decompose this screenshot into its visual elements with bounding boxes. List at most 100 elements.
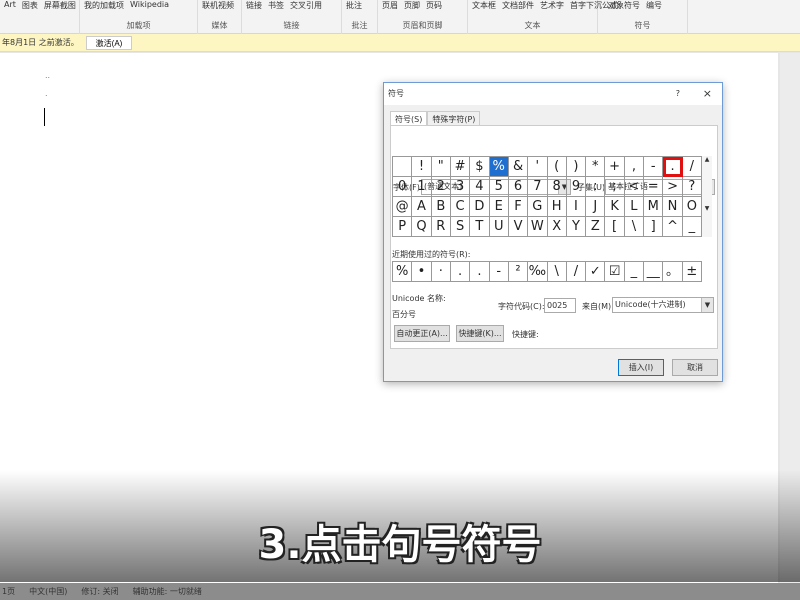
ribbon-button[interactable]: Wikipedia (130, 0, 169, 11)
symbol-cell[interactable]: M (644, 197, 663, 217)
symbol-cell[interactable]: B (432, 197, 451, 217)
ribbon-button[interactable]: 链接 (246, 0, 262, 11)
ribbon-button[interactable]: 文档部件 (502, 0, 534, 11)
ribbon-button[interactable]: 图表 (22, 0, 38, 11)
symbol-cell[interactable]: ^ (663, 217, 682, 237)
recent-symbol-cell[interactable]: _ (625, 262, 644, 282)
help-button[interactable]: ? (676, 83, 680, 105)
recent-symbol-cell[interactable]: · (432, 262, 451, 282)
recent-symbol-cell[interactable]: % (393, 262, 412, 282)
symbol-cell[interactable]: U (490, 217, 509, 237)
ribbon-button[interactable]: Art (4, 0, 16, 11)
recent-symbol-cell[interactable]: 。 (663, 262, 682, 282)
ribbon-button[interactable]: 书签 (268, 0, 284, 11)
symbol-cell[interactable]: Q (412, 217, 431, 237)
recent-symbol-cell[interactable]: \ (548, 262, 567, 282)
symbol-cell[interactable] (393, 157, 412, 177)
symbol-cell[interactable]: K (605, 197, 624, 217)
symbol-cell[interactable]: _ (683, 217, 702, 237)
symbol-cell[interactable]: ; (605, 177, 624, 197)
symbol-cell[interactable]: O (683, 197, 702, 217)
symbol-cell[interactable]: V (509, 217, 528, 237)
autocorrect-button[interactable]: 自动更正(A)... (394, 325, 450, 342)
ribbon-button[interactable]: 页码 (426, 0, 442, 11)
symbol-cell[interactable]: & (509, 157, 528, 177)
symbol-cell[interactable]: : (586, 177, 605, 197)
ribbon-button[interactable]: 符号 (624, 0, 640, 11)
recent-symbol-cell[interactable]: ‰ (528, 262, 547, 282)
char-code-input[interactable]: 0025 (544, 298, 576, 313)
symbol-cell[interactable]: [ (605, 217, 624, 237)
symbol-cell[interactable]: 3 (451, 177, 470, 197)
close-icon[interactable]: × (703, 83, 712, 105)
recent-symbol-cell[interactable]: . (470, 262, 489, 282)
recent-symbol-cell[interactable]: ✓ (586, 262, 605, 282)
symbol-cell[interactable]: P (393, 217, 412, 237)
recent-symbol-cell[interactable]: - (490, 262, 509, 282)
symbol-cell[interactable]: L (625, 197, 644, 217)
insert-button[interactable]: 插入(I) (618, 359, 664, 376)
symbol-cell[interactable]: 7 (528, 177, 547, 197)
symbol-cell[interactable]: * (586, 157, 605, 177)
symbol-cell[interactable]: Z (586, 217, 605, 237)
symbol-cell[interactable]: T (470, 217, 489, 237)
symbol-cell[interactable]: 5 (490, 177, 509, 197)
cancel-button[interactable]: 取消 (672, 359, 718, 376)
ribbon-button[interactable]: 艺术字 (540, 0, 564, 11)
recent-symbol-cell[interactable]: . (451, 262, 470, 282)
ribbon-button[interactable]: 文本框 (472, 0, 496, 11)
recent-symbol-cell[interactable]: __ (644, 262, 663, 282)
symbol-cell[interactable]: 9 (567, 177, 586, 197)
symbol-cell[interactable]: 1 (412, 177, 431, 197)
symbol-cell[interactable]: I (567, 197, 586, 217)
from-select[interactable]: Unicode(十六进制)▼ (612, 297, 714, 313)
symbol-cell[interactable]: # (451, 157, 470, 177)
symbol-cell[interactable]: F (509, 197, 528, 217)
symbol-cell[interactable]: $ (470, 157, 489, 177)
symbol-cell[interactable]: 8 (548, 177, 567, 197)
symbol-cell[interactable]: , (625, 157, 644, 177)
symbol-cell[interactable]: - (644, 157, 663, 177)
symbol-cell[interactable]: = (644, 177, 663, 197)
symbol-cell[interactable]: ] (644, 217, 663, 237)
ribbon-button[interactable]: 交叉引用 (290, 0, 322, 11)
symbol-cell[interactable]: \ (625, 217, 644, 237)
symbol-cell[interactable]: % (490, 157, 509, 177)
recent-symbol-cell[interactable]: / (567, 262, 586, 282)
symbol-cell[interactable]: ! (412, 157, 431, 177)
symbol-cell[interactable]: G (528, 197, 547, 217)
symbol-cell[interactable]: J (586, 197, 605, 217)
symbol-cell[interactable]: " (432, 157, 451, 177)
symbol-cell[interactable]: @ (393, 197, 412, 217)
ribbon-button[interactable]: 页眉 (382, 0, 398, 11)
shortcut-key-button[interactable]: 快捷键(K)... (456, 325, 504, 342)
ribbon-button[interactable]: 批注 (346, 0, 362, 11)
symbol-cell[interactable]: W (528, 217, 547, 237)
recent-symbol-cell[interactable]: ± (683, 262, 702, 282)
symbol-cell[interactable]: A (412, 197, 431, 217)
symbol-cell[interactable]: S (451, 217, 470, 237)
symbol-cell[interactable]: 0 (393, 177, 412, 197)
symbol-cell[interactable]: ? (683, 177, 702, 197)
symbol-cell[interactable]: N (663, 197, 682, 217)
symbol-cell[interactable]: ' (528, 157, 547, 177)
symbol-cell[interactable]: E (490, 197, 509, 217)
symbol-cell[interactable]: ) (567, 157, 586, 177)
symbol-cell[interactable]: > (663, 177, 682, 197)
ribbon-button[interactable]: 联机视频 (202, 0, 234, 11)
activate-button[interactable]: 激活(A) (86, 36, 132, 50)
symbol-cell[interactable]: . (663, 157, 682, 177)
ribbon-button[interactable]: 我的加载项 (84, 0, 124, 11)
symbol-cell[interactable]: + (605, 157, 624, 177)
symbol-cell[interactable]: X (548, 217, 567, 237)
grid-scrollbar[interactable]: ▲▼ (702, 156, 712, 237)
recent-symbol-cell[interactable]: ☑ (605, 262, 624, 282)
ribbon-button[interactable]: 公式 (602, 0, 618, 11)
ribbon-button[interactable]: 页脚 (404, 0, 420, 11)
ribbon-button[interactable]: 屏幕截图 (44, 0, 76, 11)
ribbon-button[interactable]: 编号 (646, 0, 662, 11)
symbol-cell[interactable]: 4 (470, 177, 489, 197)
symbol-cell[interactable]: < (625, 177, 644, 197)
symbol-cell[interactable]: H (548, 197, 567, 217)
symbol-cell[interactable]: Y (567, 217, 586, 237)
